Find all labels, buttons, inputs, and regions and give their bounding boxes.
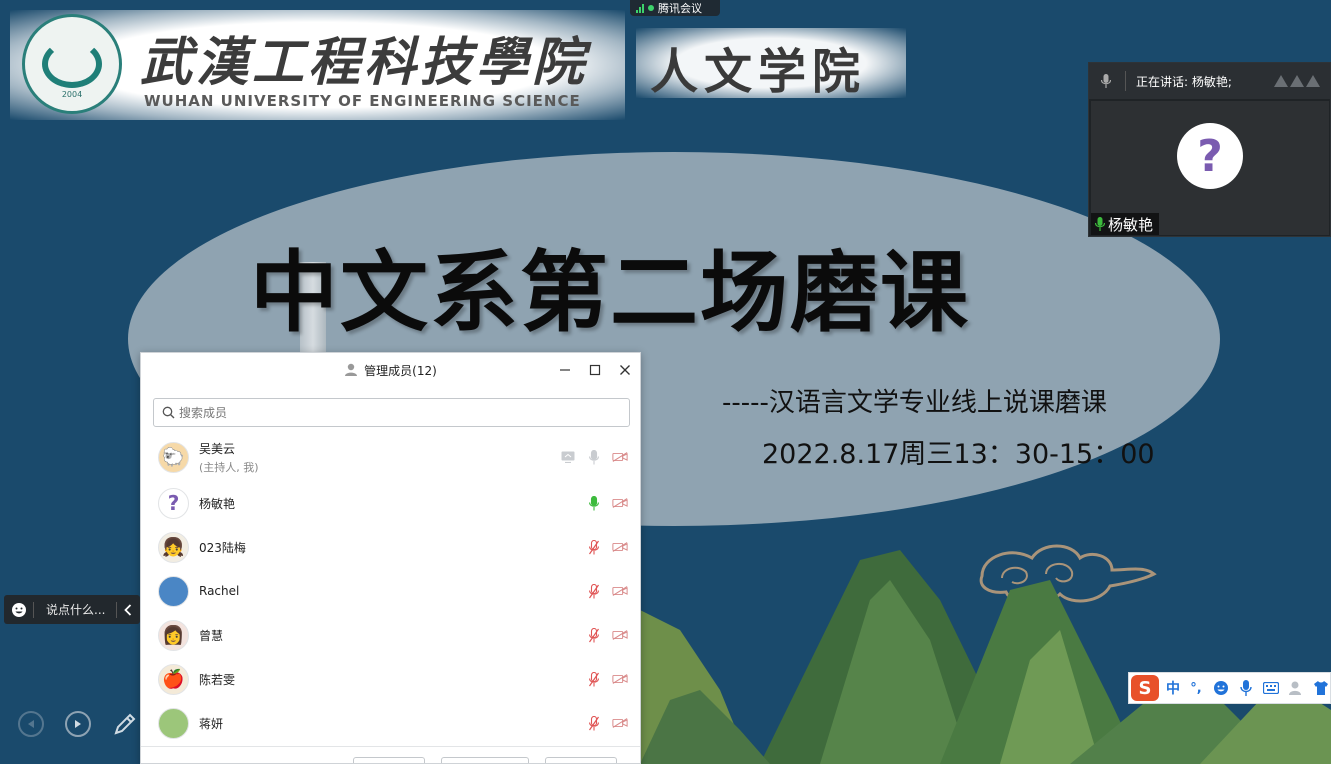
slide-subtitle: -----汉语言文学专业线上说课磨课: [722, 388, 1107, 418]
mountain-scenery: [640, 550, 1331, 764]
footer-button[interactable]: [545, 757, 617, 763]
dialog-titlebar[interactable]: 管理成员(12): [141, 353, 640, 387]
meeting-name: 腾讯会议: [658, 2, 702, 15]
skin-shirt-icon[interactable]: [1312, 679, 1330, 697]
chat-placeholder[interactable]: 说点什么...: [46, 601, 116, 618]
member-list: 🐑 吴美云 (主持人, 我) ? 杨敏艳 👧 023陆梅 Rachel 👩 曾慧…: [141, 433, 640, 745]
mic-active-icon: [1095, 217, 1105, 231]
speaker-video-area[interactable]: ? 杨敏艳: [1091, 101, 1329, 235]
tencent-meeting-logo-icon: [1274, 75, 1320, 87]
chevron-left-icon[interactable]: [117, 603, 140, 616]
person-icon: [345, 363, 358, 376]
member-name: 吴美云: [199, 441, 236, 456]
camera-off-icon[interactable]: [612, 495, 628, 511]
member-name: Rachel: [199, 584, 240, 598]
punctuation-toggle[interactable]: °,: [1187, 679, 1205, 697]
member-search-box[interactable]: [153, 398, 630, 427]
member-name: 陈若雯: [199, 672, 236, 687]
camera-off-icon[interactable]: [612, 539, 628, 555]
speaker-name-tag: 杨敏艳: [1091, 213, 1160, 235]
mic-icon[interactable]: [586, 449, 602, 465]
meeting-status-pill[interactable]: 腾讯会议: [630, 0, 720, 16]
member-avatar: [158, 707, 189, 739]
camera-off-icon[interactable]: [612, 583, 628, 599]
chat-input-bar[interactable]: 说点什么...: [4, 595, 140, 624]
next-slide-button[interactable]: [65, 711, 91, 737]
mic-muted-icon[interactable]: [586, 671, 602, 687]
signal-strength-icon: [636, 3, 644, 13]
emoji-icon[interactable]: [1212, 679, 1230, 697]
member-row[interactable]: 🐑 吴美云 (主持人, 我): [141, 433, 640, 481]
member-name: 023陆梅: [199, 540, 246, 555]
footer-button[interactable]: [353, 757, 425, 763]
school-name-cn: 武漢工程科技學院: [140, 32, 589, 93]
camera-off-icon[interactable]: [612, 715, 628, 731]
minimize-button[interactable]: [554, 359, 576, 381]
department-name: 人文学院: [650, 44, 867, 100]
camera-off-icon[interactable]: [612, 449, 628, 465]
close-button[interactable]: [614, 359, 636, 381]
member-avatar: ?: [158, 487, 189, 519]
school-seal-logo: 2004: [22, 14, 122, 114]
previous-slide-button[interactable]: [18, 711, 44, 737]
dialog-footer: [141, 746, 640, 763]
maximize-button[interactable]: [584, 359, 606, 381]
mic-muted-icon[interactable]: [586, 539, 602, 555]
member-name: 蒋妍: [199, 716, 224, 731]
play-left-icon: [28, 720, 34, 728]
seal-year: 2004: [61, 90, 83, 99]
mic-active-icon[interactable]: [586, 495, 602, 511]
member-role: (主持人, 我): [199, 460, 259, 474]
screen-share-icon[interactable]: [560, 449, 576, 465]
play-right-icon: [75, 720, 81, 728]
member-name: 杨敏艳: [199, 496, 236, 511]
mic-muted-icon[interactable]: [586, 715, 602, 731]
sogou-logo-icon[interactable]: S: [1131, 675, 1159, 701]
member-avatar: 👧: [158, 531, 189, 563]
footer-button[interactable]: [441, 757, 529, 763]
mic-muted-icon[interactable]: [586, 627, 602, 643]
member-row[interactable]: 🍎 陈若雯: [141, 657, 640, 701]
ime-mode-toggle[interactable]: 中: [1166, 678, 1180, 698]
dialog-title: 管理成员(12): [364, 363, 437, 378]
slide-title: 中文系第二场磨课: [250, 241, 971, 344]
mic-muted-icon[interactable]: [586, 583, 602, 599]
header-divider: [1125, 71, 1126, 91]
speaker-header: 正在讲话: 杨敏艳;: [1089, 63, 1330, 99]
seal-emblem: [42, 40, 102, 88]
member-row[interactable]: 👩 曾慧: [141, 613, 640, 657]
member-avatar: [158, 575, 189, 607]
speaker-name: 杨敏艳: [1108, 215, 1154, 234]
slide-datetime: 2022.8.17周三13：30-15：00: [762, 439, 1155, 470]
mic-icon[interactable]: [1097, 72, 1115, 90]
speaking-indicator-text: 正在讲话: 杨敏艳;: [1136, 74, 1232, 89]
member-search-input[interactable]: [179, 405, 619, 420]
school-name-en: WUHAN UNIVERSITY OF ENGINEERING SCIENCE: [144, 92, 581, 110]
search-icon: [162, 406, 175, 419]
voice-input-icon[interactable]: [1237, 679, 1255, 697]
member-row[interactable]: 蒋妍: [141, 701, 640, 745]
keyboard-icon[interactable]: [1262, 679, 1280, 697]
chat-divider: [33, 601, 35, 618]
sogou-ime-toolbar[interactable]: S 中 °,: [1128, 672, 1331, 704]
user-account-icon[interactable]: [1287, 679, 1305, 697]
pen-icon: [114, 713, 136, 735]
member-avatar: 🍎: [158, 663, 189, 695]
annotation-pen-button[interactable]: [112, 711, 138, 737]
connection-dot-icon: [648, 5, 654, 11]
emoji-icon[interactable]: [4, 595, 33, 624]
manage-members-dialog[interactable]: 管理成员(12) 🐑 吴美云 (主持人, 我) ? 杨敏艳: [140, 352, 641, 764]
member-name: 曾慧: [199, 628, 224, 643]
camera-off-icon[interactable]: [612, 671, 628, 687]
member-row[interactable]: Rachel: [141, 569, 640, 613]
speaker-avatar: ?: [1177, 123, 1243, 189]
speaker-video-panel[interactable]: 正在讲话: 杨敏艳; ? 杨敏艳: [1088, 62, 1331, 237]
camera-off-icon[interactable]: [612, 627, 628, 643]
member-avatar: 🐑: [158, 441, 189, 473]
member-row[interactable]: ? 杨敏艳: [141, 481, 640, 525]
member-avatar: 👩: [158, 619, 189, 651]
member-row[interactable]: 👧 023陆梅: [141, 525, 640, 569]
